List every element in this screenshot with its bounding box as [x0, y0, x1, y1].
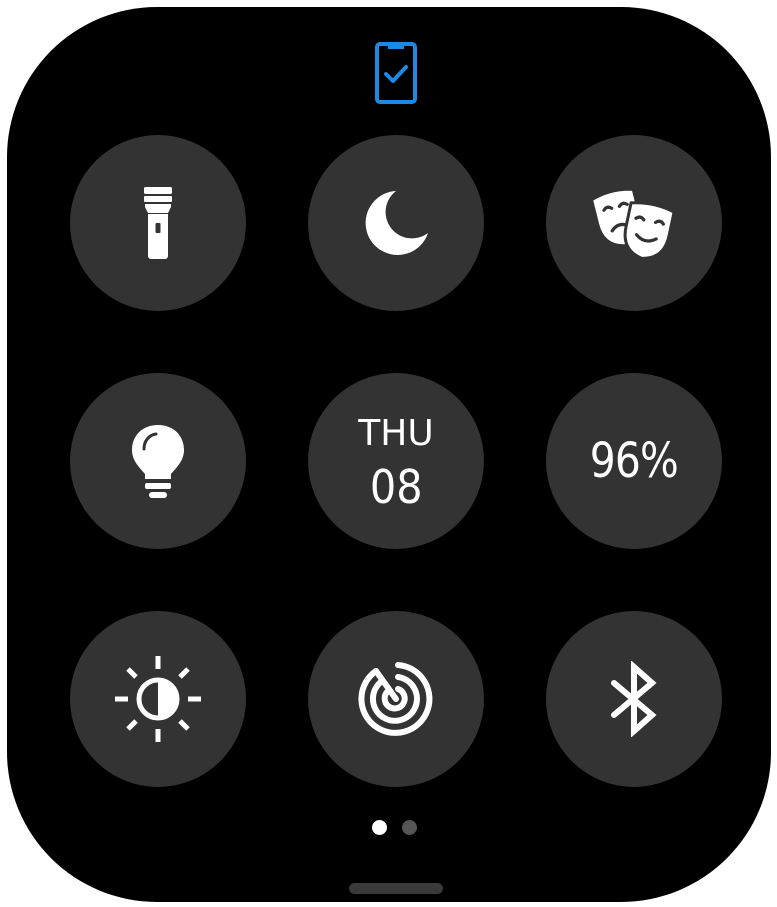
page-dot-inactive[interactable]	[402, 820, 417, 835]
battery-tile[interactable]: 96%	[546, 373, 722, 549]
brightness-button[interactable]	[70, 611, 246, 787]
flashlight-icon	[144, 187, 172, 259]
bluetooth-button[interactable]	[546, 611, 722, 787]
theater-mode-button[interactable]	[546, 135, 722, 311]
always-on-display-button[interactable]	[70, 373, 246, 549]
swipe-handle[interactable]	[349, 883, 443, 894]
brightness-icon	[115, 656, 201, 742]
quick-settings-panel: THU 08 96%	[7, 7, 771, 902]
find-phone-button[interactable]	[308, 611, 484, 787]
flashlight-button[interactable]	[70, 135, 246, 311]
radar-icon	[358, 662, 433, 736]
moon-icon	[365, 191, 428, 255]
battery-percentage: 96%	[589, 433, 679, 489]
date-tile[interactable]: THU 08	[308, 373, 484, 549]
lightbulb-icon	[132, 425, 184, 498]
date-label: 08	[369, 460, 423, 514]
do-not-disturb-button[interactable]	[308, 135, 484, 311]
page-dot-active[interactable]	[372, 820, 387, 835]
phone-connected-icon	[374, 41, 418, 105]
weekday-label: THU	[358, 413, 434, 454]
theater-masks-icon	[593, 190, 676, 260]
page-indicator	[372, 820, 417, 835]
bluetooth-icon	[611, 661, 657, 737]
